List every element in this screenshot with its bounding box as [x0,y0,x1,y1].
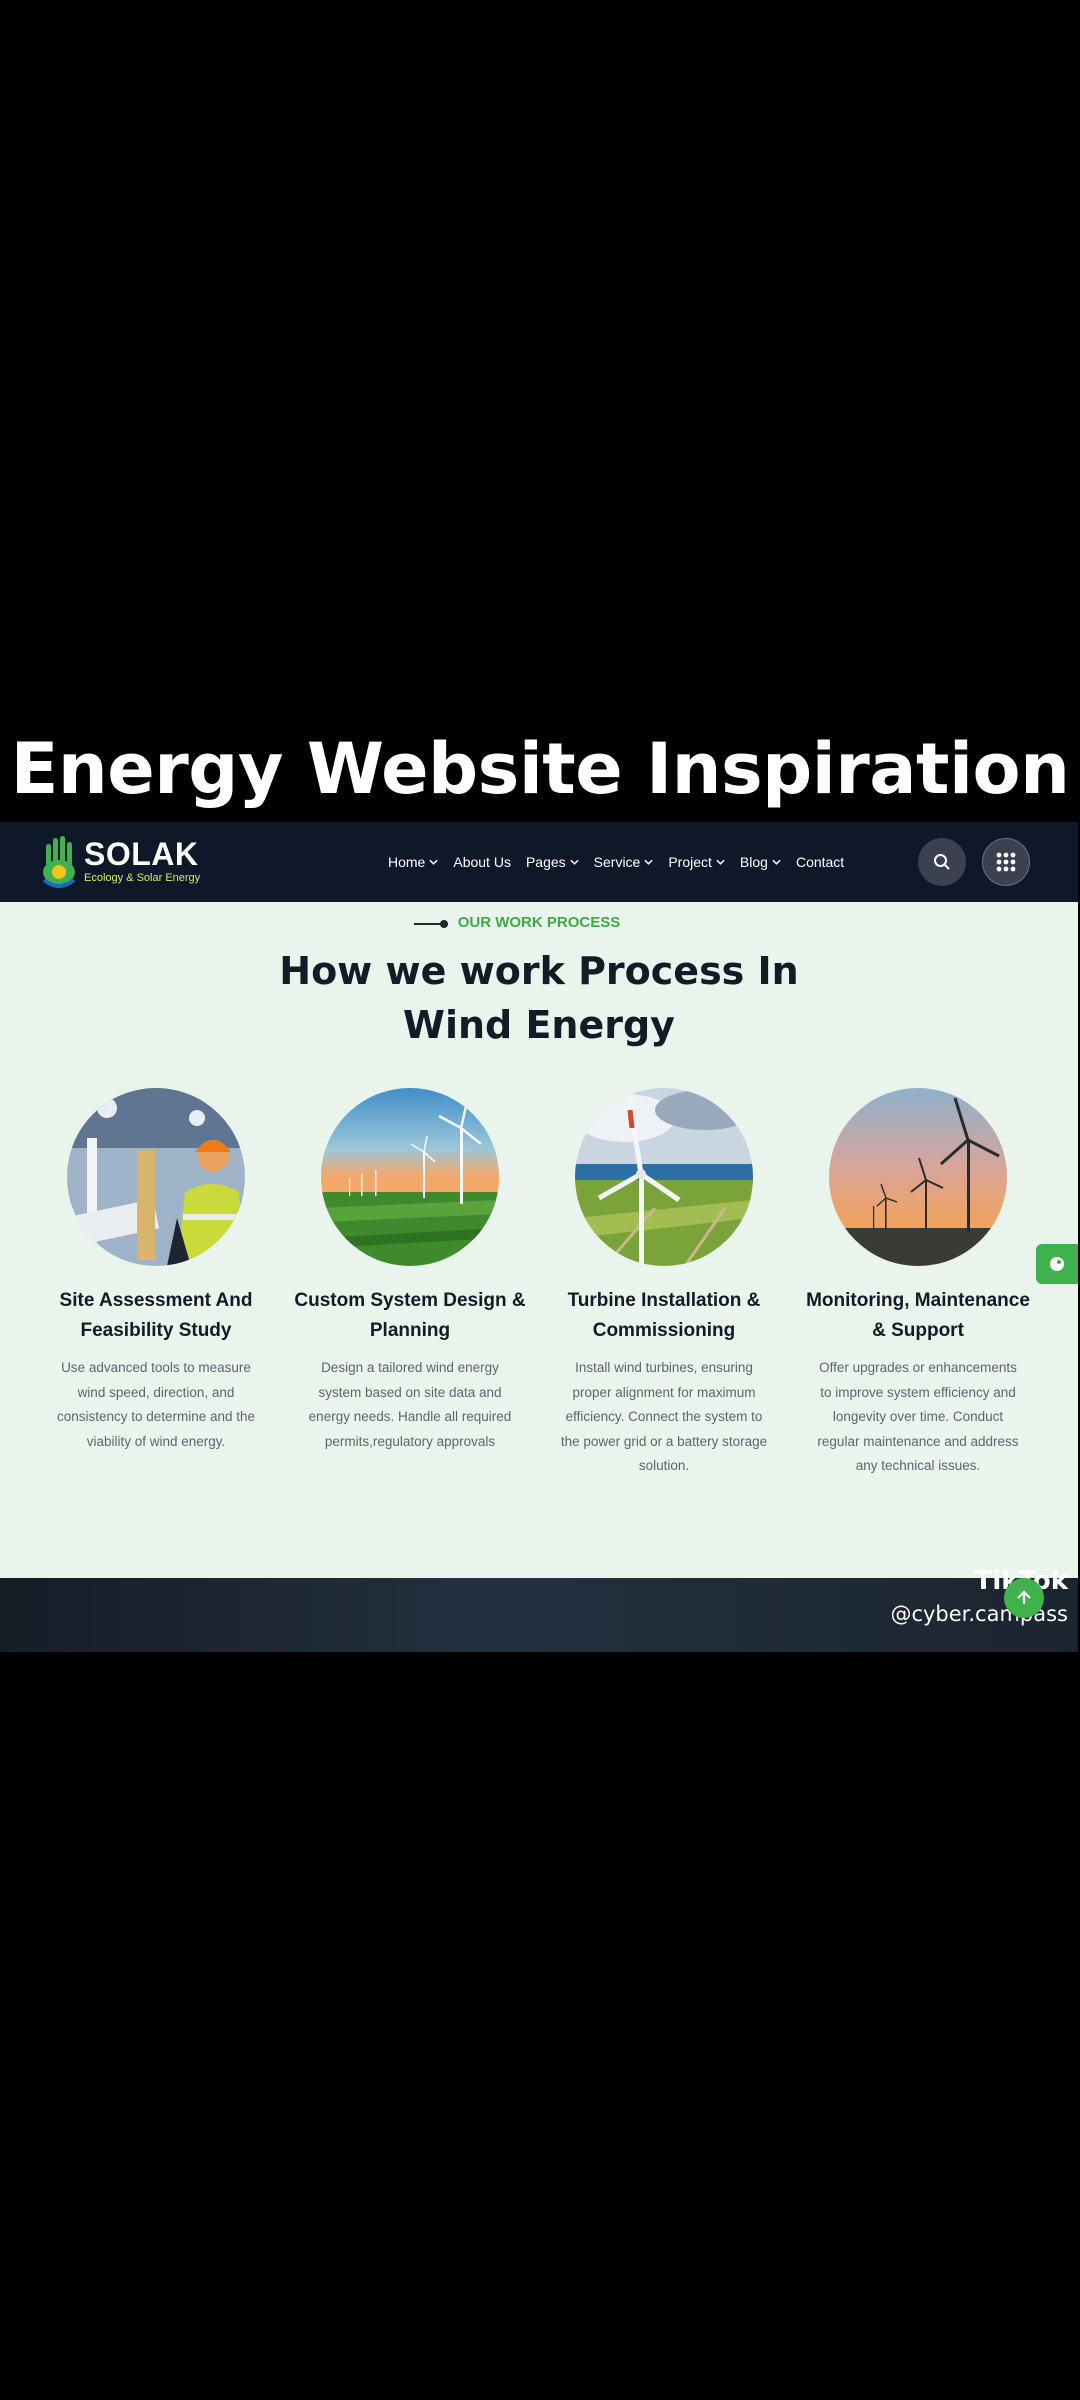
card-desc-line: system based on site data and [318,1384,502,1400]
process-card-image [67,1088,245,1266]
process-card-image [575,1088,753,1266]
process-card-site-assessment: Site Assessment And Feasibility Study Us… [31,1088,281,1454]
section-eyebrow: OUR WORK PROCESS [457,914,621,931]
nav-label: About Us [453,854,511,870]
card-desc-line: regular maintenance and address [817,1433,1019,1449]
process-card-description: Design a tailored wind energy system bas… [285,1356,535,1454]
scroll-to-top-button[interactable] [1004,1578,1044,1618]
brand-logo[interactable]: SOLAK Ecology & Solar Energy [40,836,210,888]
process-card-description: Offer upgrades or enhancements to improv… [793,1356,1043,1479]
card-desc-line: solution. [638,1458,690,1473]
section-title: How we work Process In Wind Energy [0,944,1078,1052]
card-desc-line: Install wind turbines, ensuring [575,1360,753,1375]
palette-icon [1050,1257,1064,1271]
grid-dots-icon [996,852,1016,872]
process-card-title: Custom System Design & Planning [285,1286,535,1346]
card-title-line: Planning [369,1320,451,1341]
nav-item-blog[interactable]: Blog [740,854,781,870]
turbine-field-photo-illustration [575,1088,753,1266]
section-title-line: How we work Process In [279,949,799,993]
card-desc-line: viability of wind energy. [86,1433,226,1449]
card-desc-line: efficiency. Connect the system to [565,1409,763,1424]
nav-item-about-us[interactable]: About Us [453,854,511,870]
card-desc-line: Offer upgrades or enhancements [819,1360,1017,1375]
nav-item-pages[interactable]: Pages [526,854,579,870]
main-navigation: Home About Us Pages Service Project Blog [388,822,859,902]
process-card-description: Use advanced tools to measure wind speed… [31,1356,281,1454]
brand-tagline: Ecology & Solar Energy [84,872,201,884]
card-desc-line: Use advanced tools to measure [61,1360,251,1375]
card-desc-line: longevity over time. Conduct [832,1409,1004,1424]
card-desc-line: consistency to determine and the [56,1409,256,1424]
nav-item-contact[interactable]: Contact [796,854,844,870]
website-screenshot: SOLAK Ecology & Solar Energy Home About … [0,822,1078,1652]
nav-label: Service [593,854,641,870]
card-desc-line: permits,regulatory approvals [324,1433,496,1449]
nav-label: Home [388,854,426,870]
process-card-title: Site Assessment And Feasibility Study [31,1286,281,1346]
card-title-line: & Support [872,1320,964,1341]
chevron-down-icon [772,859,781,865]
search-icon [934,854,950,870]
turbine-silhouette-dusk-photo-illustration [829,1088,1007,1266]
card-desc-line: any technical issues. [855,1458,981,1473]
card-title-line: Commissioning [592,1320,736,1341]
card-desc-line: to improve system efficiency and [820,1384,1016,1400]
card-desc-line: Design a tailored wind energy [321,1360,499,1375]
chevron-down-icon [570,859,579,865]
card-title-line: Site Assessment And [59,1290,253,1311]
search-button[interactable] [918,838,966,886]
brand-name: SOLAK [84,836,199,872]
process-card-image [321,1088,499,1266]
video-caption-headline: Energy Website Inspiration [10,728,1070,810]
section-title-line: Wind Energy [403,1003,675,1047]
card-title-line: Monitoring, Maintenance [806,1290,1030,1311]
floating-side-tab[interactable] [1036,1244,1078,1284]
chevron-down-icon [429,859,438,865]
nav-item-home[interactable]: Home [388,854,438,870]
card-desc-line: the power grid or a battery storage [560,1433,768,1449]
wind-farm-sunset-photo-illustration [321,1088,499,1266]
card-title-line: Custom System Design & [294,1290,526,1311]
arrow-up-icon [1017,1590,1031,1604]
site-header: SOLAK Ecology & Solar Energy Home About … [0,822,1078,902]
process-card-monitoring: Monitoring, Maintenance & Support Offer … [793,1088,1043,1479]
nav-label: Contact [795,854,845,870]
hand-leaf-logo-icon [42,836,76,888]
engineer-photo-illustration [67,1088,245,1266]
card-desc-line: wind speed, direction, and [77,1384,235,1400]
card-title-line: Feasibility Study [80,1320,232,1341]
nav-label: Pages [525,854,566,870]
process-card-description: Install wind turbines, ensuring proper a… [539,1356,789,1479]
chevron-down-icon [716,859,725,865]
card-desc-line: energy needs. Handle all required [308,1409,512,1424]
process-card-turbine-installation: Turbine Installation & Commissioning Ins… [539,1088,789,1479]
nav-label: Blog [739,854,768,870]
process-card-title: Monitoring, Maintenance & Support [793,1286,1043,1346]
nav-item-project[interactable]: Project [668,854,725,870]
nav-label: Project [668,854,712,870]
menu-grid-button[interactable] [982,838,1030,886]
process-card-title: Turbine Installation & Commissioning [539,1286,789,1346]
card-title-line: Turbine Installation & [567,1290,761,1311]
nav-item-service[interactable]: Service [594,854,654,870]
card-desc-line: proper alignment for maximum [572,1384,756,1400]
process-card-image [829,1088,1007,1266]
process-card-system-design: Custom System Design & Planning Design a… [285,1088,535,1454]
chevron-down-icon [644,859,653,865]
